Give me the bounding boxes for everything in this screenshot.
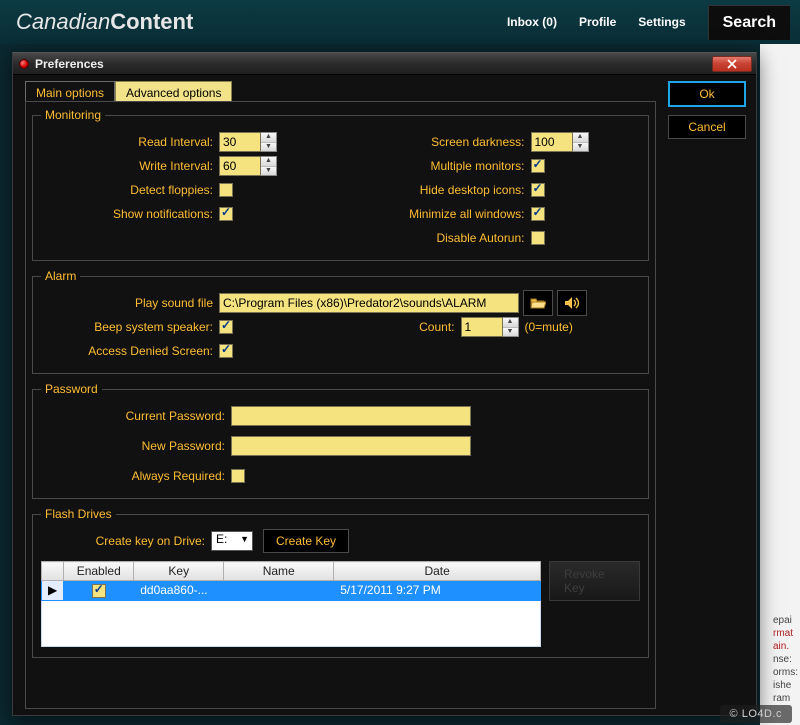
count-hint: (0=mute) — [525, 320, 573, 334]
current-password-label: Current Password: — [41, 409, 231, 423]
flash-drives-group: Flash Drives Create key on Drive: E: Cre… — [32, 507, 649, 658]
ok-button[interactable]: Ok — [668, 81, 746, 107]
beep-checkbox[interactable] — [219, 320, 233, 334]
close-icon — [727, 59, 737, 69]
site-logo: CanadianContent — [16, 9, 193, 35]
nav-settings[interactable]: Settings — [638, 15, 685, 29]
always-required-label: Always Required: — [41, 469, 231, 483]
nav-profile[interactable]: Profile — [579, 15, 616, 29]
current-password-input[interactable] — [231, 406, 471, 426]
write-interval-spinner[interactable]: ▲▼ — [261, 156, 277, 176]
alarm-legend: Alarm — [41, 269, 80, 283]
multiple-monitors-checkbox[interactable] — [531, 159, 545, 173]
create-key-button[interactable]: Create Key — [263, 529, 349, 553]
watermark: © LO4D.c — [720, 705, 792, 723]
play-sound-button[interactable] — [557, 290, 587, 316]
screen-darkness-spinner[interactable]: ▲▼ — [573, 132, 589, 152]
disable-autorun-checkbox[interactable] — [531, 231, 545, 245]
minimize-all-label: Minimize all windows: — [341, 207, 531, 221]
main-options-panel: Monitoring Read Interval: ▲▼ Write Inter… — [25, 101, 656, 709]
monitoring-legend: Monitoring — [41, 108, 105, 122]
read-interval-label: Read Interval: — [41, 135, 219, 149]
access-denied-checkbox[interactable] — [219, 344, 233, 358]
disable-autorun-label: Disable Autorun: — [341, 231, 531, 245]
col-name: Name — [224, 562, 334, 581]
cancel-button[interactable]: Cancel — [668, 115, 746, 139]
flash-keys-table[interactable]: Enabled Key Name Date ▶ dd0aa860-... 5/1… — [41, 561, 541, 647]
password-legend: Password — [41, 382, 102, 396]
drive-select[interactable]: E: — [211, 531, 253, 551]
always-required-checkbox[interactable] — [231, 469, 245, 483]
row-enabled-checkbox[interactable] — [92, 584, 106, 598]
browse-sound-button[interactable] — [523, 290, 553, 316]
hide-desktop-label: Hide desktop icons: — [341, 183, 531, 197]
show-notifications-label: Show notifications: — [41, 207, 219, 221]
hide-desktop-checkbox[interactable] — [531, 183, 545, 197]
tab-main-options[interactable]: Main options — [25, 81, 115, 103]
access-denied-label: Access Denied Screen: — [41, 344, 219, 358]
col-enabled: Enabled — [64, 562, 134, 581]
read-interval-spinner[interactable]: ▲▼ — [261, 132, 277, 152]
detect-floppies-checkbox[interactable] — [219, 183, 233, 197]
read-interval-input[interactable] — [219, 132, 261, 152]
bg-right-panel: epai rmat ain. nse: orms: ishe ram — [760, 44, 800, 725]
row-date: 5/17/2011 9:27 PM — [334, 581, 541, 601]
play-sound-label: Play sound file — [41, 296, 219, 310]
show-notifications-checkbox[interactable] — [219, 207, 233, 221]
table-row[interactable]: ▶ dd0aa860-... 5/17/2011 9:27 PM — [42, 581, 541, 601]
screen-darkness-label: Screen darkness: — [341, 135, 531, 149]
preferences-dialog: Preferences Ok Cancel Main options Advan… — [12, 52, 757, 716]
bg-nav: Inbox (0) Profile Settings Search — [507, 5, 790, 40]
tab-advanced-options[interactable]: Advanced options — [115, 81, 232, 103]
flash-drives-legend: Flash Drives — [41, 507, 116, 521]
new-password-input[interactable] — [231, 436, 471, 456]
row-key: dd0aa860-... — [134, 581, 224, 601]
multiple-monitors-label: Multiple monitors: — [341, 159, 531, 173]
detect-floppies-label: Detect floppies: — [41, 183, 219, 197]
nav-search[interactable]: Search — [708, 5, 790, 40]
folder-open-icon — [530, 296, 546, 310]
count-spinner[interactable]: ▲▼ — [503, 317, 519, 337]
password-group: Password Current Password: New Password:… — [32, 382, 649, 499]
row-name — [224, 581, 334, 601]
speaker-icon — [564, 296, 580, 310]
count-label: Count: — [341, 320, 461, 334]
nav-inbox[interactable]: Inbox (0) — [507, 15, 557, 29]
count-input[interactable] — [461, 317, 503, 337]
col-date: Date — [334, 562, 541, 581]
col-key: Key — [134, 562, 224, 581]
write-interval-input[interactable] — [219, 156, 261, 176]
minimize-all-checkbox[interactable] — [531, 207, 545, 221]
dialog-title: Preferences — [35, 57, 104, 71]
titlebar[interactable]: Preferences — [13, 53, 756, 75]
alarm-group: Alarm Play sound file — [32, 269, 649, 374]
revoke-key-button: Revoke Key — [549, 561, 640, 601]
write-interval-label: Write Interval: — [41, 159, 219, 173]
app-icon — [19, 59, 29, 69]
beep-label: Beep system speaker: — [41, 320, 219, 334]
close-button[interactable] — [712, 56, 752, 72]
row-selector-icon[interactable]: ▶ — [42, 581, 64, 601]
create-key-label: Create key on Drive: — [41, 534, 211, 548]
monitoring-group: Monitoring Read Interval: ▲▼ Write Inter… — [32, 108, 649, 261]
screen-darkness-input[interactable] — [531, 132, 573, 152]
play-sound-path-input[interactable] — [219, 293, 519, 313]
new-password-label: New Password: — [41, 439, 231, 453]
